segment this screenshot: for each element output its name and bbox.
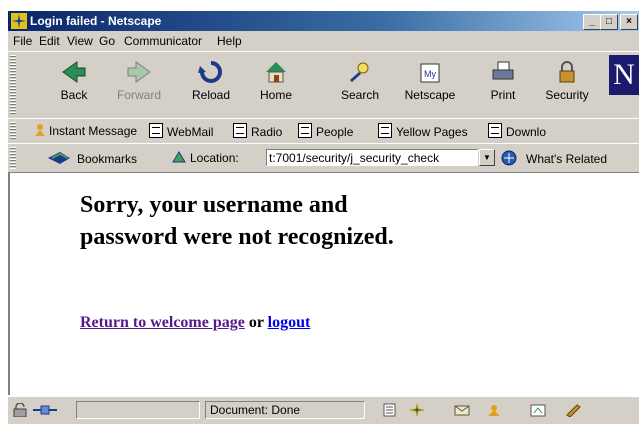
maximize-button[interactable]: □: [600, 14, 618, 30]
close-button[interactable]: ×: [620, 14, 638, 30]
reload-button[interactable]: Reload: [183, 56, 239, 114]
home-icon: [266, 62, 286, 83]
search-button[interactable]: Search: [332, 56, 388, 114]
security-lock-status-icon[interactable]: [11, 403, 29, 417]
progress-bar: [76, 401, 200, 419]
person-icon: [35, 124, 45, 136]
download-button[interactable]: Downlo: [488, 123, 546, 139]
page-content: Sorry, your username and password were n…: [8, 173, 639, 395]
menu-view[interactable]: View: [67, 31, 93, 51]
forward-arrow-icon: [127, 61, 151, 83]
toolbar-grip[interactable]: [10, 147, 16, 169]
people-button[interactable]: People: [298, 123, 353, 139]
minimize-button[interactable]: _: [583, 14, 601, 30]
menu-help[interactable]: Help: [217, 31, 242, 51]
whats-related-button[interactable]: What's Related: [500, 150, 607, 166]
reload-icon: [198, 61, 222, 83]
navigator-component-icon[interactable]: [381, 403, 399, 417]
error-heading: Sorry, your username and password were n…: [80, 192, 394, 250]
connection-status-icon: [33, 405, 57, 415]
location-toolbar: Bookmarks Location: t:7001/security/j_se…: [8, 143, 639, 173]
whats-related-icon: [501, 150, 517, 166]
bookmark-page-icon: [378, 123, 392, 138]
print-icon: [492, 61, 514, 80]
title-bar: Login failed - Netscape _ □ ×: [8, 11, 639, 31]
menu-edit[interactable]: Edit: [39, 31, 60, 51]
menu-bar: File Edit View Go Communicator Help: [8, 31, 639, 51]
composer-component-icon[interactable]: [529, 403, 547, 417]
menu-go[interactable]: Go: [99, 31, 115, 51]
window-title: Login failed - Netscape: [30, 14, 162, 28]
url-input[interactable]: t:7001/security/j_security_check: [266, 149, 478, 166]
menu-communicator[interactable]: Communicator: [124, 31, 202, 51]
navigation-toolbar: Back Forward Reload Home Search My Netsc…: [8, 51, 639, 119]
netscape-component-icon[interactable]: [408, 403, 426, 417]
url-dropdown-button[interactable]: ▼: [479, 149, 495, 166]
edit-component-icon[interactable]: [565, 403, 583, 417]
back-button[interactable]: Back: [46, 56, 102, 114]
browser-window: Login failed - Netscape _ □ × File Edit …: [0, 0, 639, 424]
toolbar-grip[interactable]: [10, 122, 16, 140]
radio-button-link[interactable]: Radio: [233, 123, 282, 139]
netscape-app-icon: [11, 13, 27, 29]
personal-toolbar: Instant Message WebMail Radio People Yel…: [8, 118, 639, 144]
instant-message-button[interactable]: Instant Message: [33, 123, 137, 139]
security-button[interactable]: Security: [539, 56, 595, 114]
netscape-button[interactable]: My Netscape: [402, 56, 458, 114]
search-icon: [350, 62, 369, 82]
bookmark-page-icon: [488, 123, 502, 138]
yellow-pages-button[interactable]: Yellow Pages: [378, 123, 468, 139]
mail-component-icon[interactable]: [453, 403, 471, 417]
links-line: Return to welcome page or logout: [80, 314, 310, 332]
location-label: Location:: [171, 150, 239, 166]
toolbar-grip[interactable]: [10, 55, 16, 115]
return-welcome-link[interactable]: Return to welcome page: [80, 314, 245, 331]
logout-link[interactable]: logout: [268, 314, 311, 331]
back-arrow-icon: [62, 61, 86, 83]
instant-message-component-icon[interactable]: [485, 403, 503, 417]
netscape-logo[interactable]: N: [609, 55, 639, 95]
bookmarks-icon: [48, 152, 70, 164]
bookmark-page-icon: [149, 123, 163, 138]
bookmark-page-icon: [233, 123, 247, 138]
bookmarks-button[interactable]: Bookmarks: [46, 150, 137, 166]
lock-icon: [559, 61, 575, 83]
bookmark-page-icon: [298, 123, 312, 138]
forward-button[interactable]: Forward: [111, 56, 167, 114]
or-connector: or: [248, 314, 264, 331]
webmail-button[interactable]: WebMail: [149, 123, 213, 139]
home-button[interactable]: Home: [248, 56, 304, 114]
status-text: Document: Done: [205, 401, 365, 419]
print-button[interactable]: Print: [475, 56, 531, 114]
status-bar: Document: Done: [8, 396, 639, 424]
menu-file[interactable]: File: [13, 31, 32, 51]
netscape-icon: My: [420, 63, 440, 83]
svg-text:My: My: [424, 69, 436, 79]
page-proxy-icon[interactable]: [171, 150, 187, 164]
